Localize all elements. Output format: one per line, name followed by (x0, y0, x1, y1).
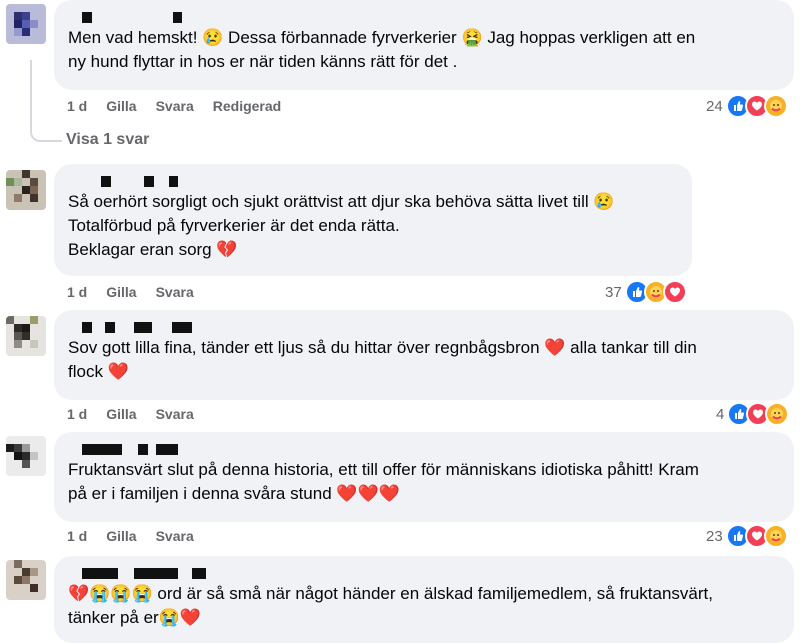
reaction-summary[interactable]: 4 (716, 402, 790, 426)
reply-button[interactable]: Svara (156, 98, 194, 114)
reaction-count: 4 (716, 405, 725, 423)
like-button[interactable]: Gilla (106, 98, 136, 114)
view-replies-link[interactable]: Visa 1 svar (66, 131, 149, 149)
comment-bubble: Men vad hemskt! 😢 Dessa förbannade fyrve… (54, 0, 794, 90)
love-icon (662, 280, 687, 304)
author-name-redacted[interactable] (68, 8, 780, 26)
reaction-summary[interactable]: 23 (706, 524, 788, 548)
avatar[interactable] (6, 316, 46, 356)
reaction-summary[interactable]: 24 (706, 94, 788, 118)
avatar[interactable] (6, 560, 46, 600)
timestamp[interactable]: 1 d (67, 528, 87, 544)
care-icon (763, 524, 788, 548)
author-name-redacted[interactable] (68, 564, 780, 582)
author-name-redacted[interactable] (68, 440, 780, 458)
avatar[interactable] (6, 170, 46, 210)
comment-thread: Men vad hemskt! 😢 Dessa förbannade fyrve… (0, 0, 800, 643)
like-button[interactable]: Gilla (106, 284, 136, 300)
edited-label: Redigerad (212, 98, 282, 114)
comment-text: Så oerhört sorgligt och sjukt orättvist … (68, 192, 615, 259)
avatar[interactable] (6, 436, 46, 476)
care-icon (763, 94, 788, 118)
like-button[interactable]: Gilla (106, 528, 136, 544)
comment-bubble: Sov gott lilla fina, tänder ett ljus så … (54, 310, 794, 400)
comment-bubble: Fruktansvärt slut på denna historia, ett… (54, 432, 794, 522)
reply-button[interactable]: Svara (156, 284, 194, 300)
reply-button[interactable]: Svara (156, 528, 194, 544)
comment-actions: 1 d Gilla Svara (67, 284, 194, 300)
reply-button[interactable]: Svara (156, 406, 194, 422)
comment-text: Fruktansvärt slut på denna historia, ett… (68, 460, 699, 503)
timestamp[interactable]: 1 d (67, 98, 87, 114)
comment-actions: 1 d Gilla Svara (67, 528, 194, 544)
reply-thread-connector (30, 60, 62, 142)
timestamp[interactable]: 1 d (67, 406, 87, 422)
comment-text: Men vad hemskt! 😢 Dessa förbannade fyrve… (68, 28, 696, 71)
author-name-redacted[interactable] (68, 318, 780, 336)
care-icon (765, 402, 790, 426)
comment-bubble: Så oerhört sorgligt och sjukt orättvist … (54, 164, 692, 276)
reaction-count: 24 (706, 97, 723, 115)
reaction-summary[interactable]: 37 (605, 280, 687, 304)
timestamp[interactable]: 1 d (67, 284, 87, 300)
comment-actions: 1 d Gilla Svara Redigerad (67, 98, 281, 114)
reaction-count: 37 (605, 283, 622, 301)
avatar[interactable] (6, 4, 46, 44)
comment-text: 💔😭😭😭 ord är så små när något händer en ä… (68, 584, 713, 627)
comment-text: Sov gott lilla fina, tänder ett ljus så … (68, 338, 697, 381)
like-button[interactable]: Gilla (106, 406, 136, 422)
author-name-redacted[interactable] (68, 172, 678, 190)
comment-actions: 1 d Gilla Svara (67, 406, 194, 422)
comment-bubble: 💔😭😭😭 ord är så små när något händer en ä… (54, 556, 794, 643)
reaction-count: 23 (706, 527, 723, 545)
